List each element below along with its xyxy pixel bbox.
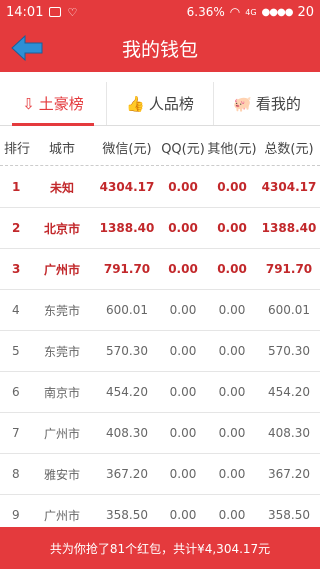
wechat-cell: 791.70 xyxy=(103,262,151,276)
wechat-cell: 1388.40 xyxy=(99,221,155,235)
total-cell: 1388.40 xyxy=(261,221,317,235)
other-cell: 0.00 xyxy=(218,467,246,481)
other-cell: 0.00 xyxy=(218,344,246,358)
city-cell: 东莞市 xyxy=(43,303,80,318)
rank-cell: 4 xyxy=(12,303,20,317)
total-cell: 367.20 xyxy=(268,467,310,481)
table-row[interactable]: 8 雅安市 367.20 0.00 0.00 367.20 xyxy=(0,454,320,495)
rank-cell: 9 xyxy=(12,508,20,522)
other-cell: 0.00 xyxy=(217,180,247,194)
wechat-cell: 4304.17 xyxy=(99,180,155,194)
header-qq: QQ(元) xyxy=(161,142,205,157)
tab-label: 人品榜 xyxy=(148,95,194,113)
app-bar: 我的钱包 xyxy=(0,24,320,72)
rank-cell: 1 xyxy=(12,180,21,194)
rank-cell: 6 xyxy=(12,385,20,399)
network-type: 4G xyxy=(245,7,257,17)
wechat-cell: 367.20 xyxy=(106,467,148,481)
rank-cell: 2 xyxy=(12,221,21,235)
tab-rich-list[interactable]: ⇩ 土豪榜 xyxy=(0,82,107,126)
wechat-cell: 358.50 xyxy=(106,508,148,522)
back-arrow-icon[interactable] xyxy=(10,34,44,62)
rank-cell: 3 xyxy=(12,262,21,276)
heart-outline-icon: ♡ xyxy=(67,5,78,19)
table-row[interactable]: 1 未知 4304.17 0.00 0.00 4304.17 xyxy=(0,167,320,208)
header-other: 其他(元) xyxy=(207,142,257,157)
wifi-icon: ◠ xyxy=(229,5,241,19)
city-cell: 北京市 xyxy=(43,221,80,236)
table-row[interactable]: 6 南京市 454.20 0.00 0.00 454.20 xyxy=(0,372,320,413)
city-cell: 广州市 xyxy=(43,426,80,441)
wechat-cell: 454.20 xyxy=(106,385,148,399)
image-notification-icon xyxy=(49,7,62,17)
other-cell: 0.00 xyxy=(218,385,246,399)
table-row[interactable]: 5 东莞市 570.30 0.00 0.00 570.30 xyxy=(0,331,320,372)
battery-level: 20 xyxy=(297,4,314,20)
ranking-table: 1 未知 4304.17 0.00 0.00 4304.17 2 北京市 138… xyxy=(0,167,320,536)
rank-cell: 8 xyxy=(12,467,20,481)
qq-cell: 0.00 xyxy=(168,221,198,235)
rank-cell: 7 xyxy=(12,426,20,440)
city-cell: 东莞市 xyxy=(43,344,80,359)
tab-label: 看我的 xyxy=(255,95,301,113)
wechat-cell: 570.30 xyxy=(106,344,148,358)
other-cell: 0.00 xyxy=(218,508,246,522)
tab-bar: ⇩ 土豪榜 👍 人品榜 🐖 看我的 xyxy=(0,82,320,126)
qq-cell: 0.00 xyxy=(168,180,198,194)
table-row[interactable]: 7 广州市 408.30 0.00 0.00 408.30 xyxy=(0,413,320,454)
qq-cell: 0.00 xyxy=(169,344,197,358)
city-cell: 广州市 xyxy=(43,508,80,523)
other-cell: 0.00 xyxy=(217,262,247,276)
qq-cell: 0.00 xyxy=(169,467,197,481)
page-title: 我的钱包 xyxy=(121,38,198,61)
table-row[interactable]: 3 广州市 791.70 0.00 0.00 791.70 xyxy=(0,249,320,290)
tab-my-stats[interactable]: 🐖 看我的 xyxy=(214,82,320,125)
summary-text: 共为你抢了81个红包，共计¥4,304.17元 xyxy=(49,541,271,556)
summary-footer: 共为你抢了81个红包，共计¥4,304.17元 xyxy=(0,527,320,569)
total-cell: 600.01 xyxy=(268,303,310,317)
qq-cell: 0.00 xyxy=(168,262,198,276)
city-cell: 广州市 xyxy=(43,262,80,277)
status-time: 14:01 xyxy=(6,4,44,20)
other-cell: 0.00 xyxy=(217,221,247,235)
city-cell: 雅安市 xyxy=(43,467,80,482)
total-cell: 408.30 xyxy=(268,426,310,440)
status-bar: 14:01 ♡ 6.36% ◠ 4G ●●●● 20 xyxy=(0,0,320,24)
tab-luck-list[interactable]: 👍 人品榜 xyxy=(107,82,214,125)
qq-cell: 0.00 xyxy=(169,426,197,440)
header-city: 城市 xyxy=(48,142,75,157)
rank-cell: 5 xyxy=(12,344,20,358)
total-cell: 570.30 xyxy=(268,344,310,358)
other-cell: 0.00 xyxy=(218,303,246,317)
table-header: 排行 城市 微信(元) QQ(元) 其他(元) 总数(元) xyxy=(0,130,320,166)
qq-cell: 0.00 xyxy=(169,508,197,522)
piggy-bank-icon: 🐖 xyxy=(233,94,252,113)
total-cell: 791.70 xyxy=(265,262,313,276)
header-total: 总数(元) xyxy=(264,142,314,157)
header-wechat: 微信(元) xyxy=(102,142,152,157)
other-cell: 0.00 xyxy=(218,426,246,440)
tab-label: 土豪榜 xyxy=(38,95,84,113)
sort-down-icon: ⇩ xyxy=(22,94,35,113)
thumb-up-icon: 👍 xyxy=(126,94,145,113)
city-cell: 未知 xyxy=(49,180,74,195)
city-cell: 南京市 xyxy=(43,385,80,400)
header-rank: 排行 xyxy=(4,142,31,157)
total-cell: 358.50 xyxy=(268,508,310,522)
network-speed: 6.36% xyxy=(186,5,225,19)
qq-cell: 0.00 xyxy=(169,385,197,399)
wechat-cell: 408.30 xyxy=(106,426,148,440)
table-row[interactable]: 4 东莞市 600.01 0.00 0.00 600.01 xyxy=(0,290,320,331)
total-cell: 454.20 xyxy=(268,385,310,399)
qq-cell: 0.00 xyxy=(169,303,197,317)
wechat-cell: 600.01 xyxy=(106,303,148,317)
table-row[interactable]: 2 北京市 1388.40 0.00 0.00 1388.40 xyxy=(0,208,320,249)
signal-icon: ●●●● xyxy=(261,6,294,18)
total-cell: 4304.17 xyxy=(261,180,317,194)
